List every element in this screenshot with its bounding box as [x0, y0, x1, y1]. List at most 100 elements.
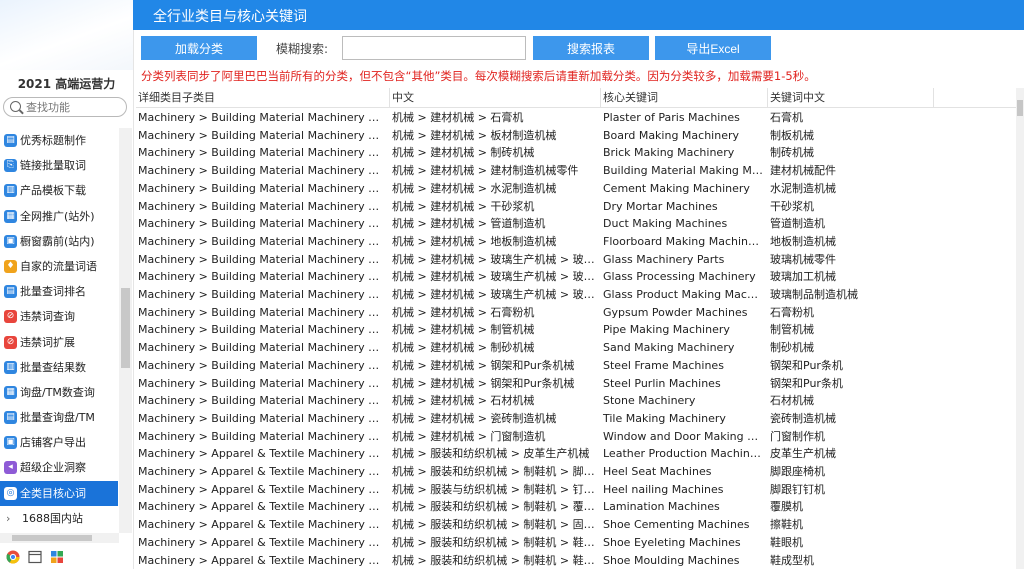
- table-cell: Machinery > Building Material Machinery …: [138, 234, 390, 248]
- load-categories-button[interactable]: 加载分类: [141, 36, 257, 60]
- table-cell: Machinery > Apparel & Textile Machinery …: [138, 500, 390, 514]
- table-row[interactable]: Machinery > Building Material Machinery …: [136, 233, 1016, 251]
- table-row[interactable]: Machinery > Apparel & Textile Machinery …: [136, 463, 1016, 481]
- table-cell: Machinery > Building Material Machinery …: [138, 164, 390, 178]
- category-keyword-table: 详细类目子类目 中文 核心关键词 关键词中文 Machinery > Build…: [136, 88, 1016, 569]
- table-row[interactable]: Machinery > Building Material Machinery …: [136, 268, 1016, 286]
- table-row[interactable]: Machinery > Building Material Machinery …: [136, 251, 1016, 269]
- chrome-icon[interactable]: [6, 550, 20, 564]
- table-row[interactable]: Machinery > Building Material Machinery …: [136, 162, 1016, 180]
- function-search-input[interactable]: [26, 100, 121, 114]
- table-scroll-thumb[interactable]: [1017, 100, 1023, 116]
- sidebar-item[interactable]: ▤ 优秀标题制作: [0, 128, 118, 153]
- table-cell: 机械 > 建材机械 > 板材制造机械: [392, 128, 557, 142]
- window-title-bar: 全行业类目与核心关键词: [133, 0, 1024, 30]
- table-cell: Sand Making Machinery: [603, 341, 735, 355]
- table-row[interactable]: Machinery > Building Material Machinery …: [136, 286, 1016, 304]
- sidebar-horizontal-scrollbar[interactable]: [0, 533, 119, 543]
- table-row[interactable]: Machinery > Building Material Machinery …: [136, 198, 1016, 216]
- window-title: 全行业类目与核心关键词: [153, 9, 307, 25]
- sidebar-item[interactable]: ⊘ 违禁词扩展: [0, 330, 118, 355]
- table-cell: 石材机械: [770, 394, 814, 408]
- sidebar-item-label: 橱窗霸前(站内): [20, 234, 95, 248]
- sidebar-item[interactable]: › 1688国内站: [0, 506, 118, 531]
- table-cell: 机械 > 建材机械 > 制砂机械: [392, 341, 535, 355]
- table-cell: 机械 > 建材机械 > 石膏粉机: [392, 305, 535, 319]
- column-header-keyword-chinese[interactable]: 关键词中文: [768, 88, 934, 108]
- table-row[interactable]: Machinery > Apparel & Textile Machinery …: [136, 445, 1016, 463]
- table-cell: Heel Seat Machines: [603, 465, 712, 478]
- table-row[interactable]: Machinery > Building Material Machinery …: [136, 109, 1016, 127]
- table-cell: 机械 > 服装与纺织机械 > 制鞋机 > 钉鞋机: [392, 482, 601, 496]
- menu-item-icon: ♦: [4, 259, 17, 273]
- sidebar-item-label: 自家的流量词语: [20, 259, 97, 273]
- table-row[interactable]: Machinery > Building Material Machinery …: [136, 215, 1016, 233]
- table-cell: Glass Processing Machinery: [603, 270, 756, 284]
- grid-app-icon[interactable]: [50, 550, 64, 564]
- table-row[interactable]: Machinery > Apparel & Textile Machinery …: [136, 498, 1016, 516]
- table-cell: 制板机械: [770, 128, 814, 142]
- table-row[interactable]: Machinery > Building Material Machinery …: [136, 357, 1016, 375]
- sidebar-item[interactable]: ▥ 批量查结果数: [0, 355, 118, 380]
- window-icon[interactable]: [28, 550, 42, 564]
- menu-item-icon: ⎘: [4, 159, 17, 173]
- table-cell: Machinery > Building Material Machinery …: [138, 394, 390, 408]
- sidebar-item[interactable]: ♦ 自家的流量词语: [0, 254, 118, 279]
- sidebar-scrollbar[interactable]: [119, 128, 132, 533]
- table-cell: 机械 > 建材机械 > 管道制造机: [392, 217, 546, 231]
- menu-item-icon: ▦: [4, 209, 17, 223]
- chevron-right-icon: ›: [6, 511, 11, 525]
- table-row[interactable]: Machinery > Building Material Machinery …: [136, 180, 1016, 198]
- sidebar-item[interactable]: ⊘ 违禁词查询: [0, 304, 118, 329]
- table-cell: Machinery > Building Material Machinery …: [138, 341, 390, 355]
- table-row[interactable]: Machinery > Apparel & Textile Machinery …: [136, 516, 1016, 534]
- table-row[interactable]: Machinery > Building Material Machinery …: [136, 144, 1016, 162]
- table-row[interactable]: Machinery > Building Material Machinery …: [136, 392, 1016, 410]
- column-header-chinese[interactable]: 中文: [390, 88, 601, 108]
- table-row[interactable]: Machinery > Building Material Machinery …: [136, 304, 1016, 322]
- table-cell: 水泥制造机械: [770, 181, 836, 195]
- table-cell: Machinery > Apparel & Textile Machinery …: [138, 535, 390, 549]
- sidebar-item-label: 询盘/TM数查询: [20, 385, 95, 399]
- sidebar-item[interactable]: ⎘ 链接批量取词: [0, 153, 118, 178]
- sidebar-menu: ▤ 优秀标题制作 ⎘ 链接批量取词 ▥ 产品模板下载 ▦ 全网推广(站外) ▣ 橱窗霸前(站内) ♦…: [0, 128, 118, 531]
- function-search-box[interactable]: [3, 97, 127, 117]
- table-row[interactable]: Machinery > Building Material Machinery …: [136, 375, 1016, 393]
- menu-item-icon: ⊘: [4, 335, 17, 349]
- sidebar-item[interactable]: ▤ 批量查词排名: [0, 279, 118, 304]
- table-cell: Building Material Making Mac…: [603, 164, 768, 178]
- table-row[interactable]: Machinery > Building Material Machinery …: [136, 339, 1016, 357]
- export-excel-button[interactable]: 导出Excel: [655, 36, 771, 60]
- table-row[interactable]: Machinery > Building Material Machinery …: [136, 127, 1016, 145]
- table-row[interactable]: Machinery > Building Material Machinery …: [136, 410, 1016, 428]
- sidebar-item[interactable]: ▦ 全网推广(站外): [0, 204, 118, 229]
- sidebar-item[interactable]: ▣ 店铺客户导出: [0, 430, 118, 455]
- table-cell: 覆膜机: [770, 500, 803, 514]
- sidebar-item[interactable]: ▦ 询盘/TM数查询: [0, 380, 118, 405]
- sidebar-item[interactable]: ▣ 橱窗霸前(站内): [0, 229, 118, 254]
- table-row[interactable]: Machinery > Building Material Machinery …: [136, 428, 1016, 446]
- search-report-button[interactable]: 搜索报表: [533, 36, 649, 60]
- sidebar-item[interactable]: ◎ 全类目核心词: [0, 480, 118, 506]
- table-cell: 门窗制作机: [770, 429, 825, 443]
- table-row[interactable]: Machinery > Apparel & Textile Machinery …: [136, 481, 1016, 499]
- sidebar-hscroll-thumb[interactable]: [12, 535, 92, 541]
- table-row[interactable]: Machinery > Apparel & Textile Machinery …: [136, 534, 1016, 552]
- fuzzy-search-input[interactable]: [342, 36, 526, 60]
- sidebar-item[interactable]: ◂ 超级企业洞察: [0, 455, 118, 480]
- table-cell: Machinery > Building Material Machinery …: [138, 411, 390, 425]
- sidebar-item[interactable]: ▥ 产品模板下载: [0, 178, 118, 203]
- sidebar-scroll-thumb[interactable]: [121, 288, 130, 368]
- column-header-core-keyword[interactable]: 核心关键词: [601, 88, 768, 108]
- table-cell: 玻璃机械零件: [770, 252, 836, 266]
- table-row[interactable]: Machinery > Apparel & Textile Machinery …: [136, 552, 1016, 569]
- table-cell: 钢架和Pur条机: [770, 358, 843, 372]
- column-header-category[interactable]: 详细类目子类目: [136, 88, 390, 108]
- table-scrollbar[interactable]: [1016, 88, 1024, 569]
- table-cell: Machinery > Apparel & Textile Machinery …: [138, 465, 390, 478]
- table-cell: 机械 > 建材机械 > 玻璃生产机械 > 玻璃…: [392, 252, 601, 266]
- sidebar-item[interactable]: ▤ 批量查询盘/TM: [0, 405, 118, 430]
- table-row[interactable]: Machinery > Building Material Machinery …: [136, 321, 1016, 339]
- table-cell: Machinery > Apparel & Textile Machinery …: [138, 482, 390, 496]
- table-cell: 脚跟座椅机: [770, 465, 825, 478]
